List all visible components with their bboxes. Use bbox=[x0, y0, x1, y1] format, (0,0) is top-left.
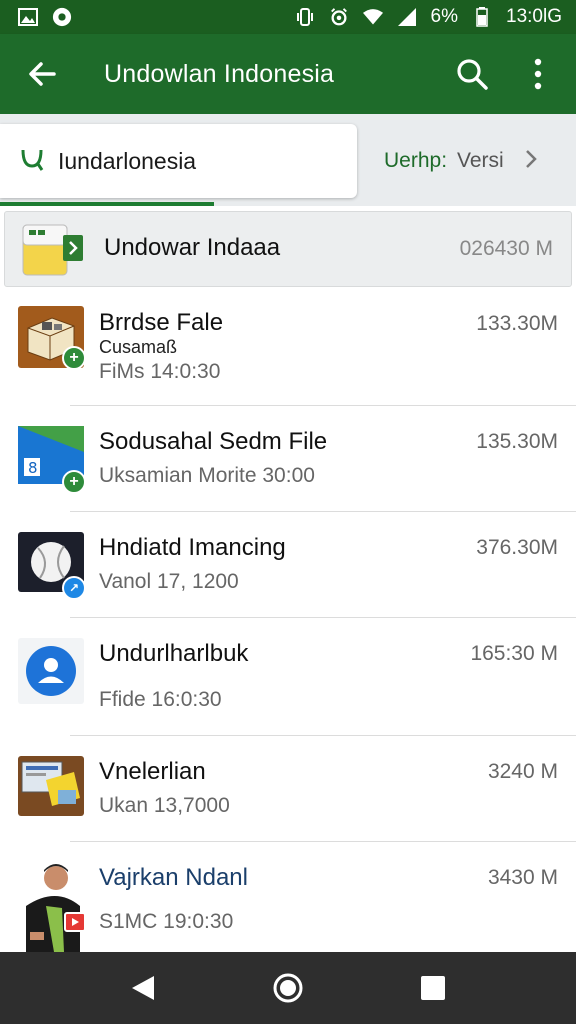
app-bar: Undowlan Indonesia bbox=[0, 34, 576, 114]
drive-file-thumbnail: 8 + bbox=[18, 426, 86, 494]
system-nav-bar bbox=[0, 952, 576, 1024]
video-thumbnail bbox=[18, 862, 86, 952]
nav-home-icon[interactable] bbox=[264, 964, 312, 1012]
folder-icon bbox=[21, 223, 85, 277]
alarm-icon bbox=[329, 7, 349, 27]
item-meta: Uksamian Morite 30:00 bbox=[99, 464, 315, 487]
item-meta: Vanol 17, 1200 bbox=[99, 570, 239, 593]
chevron-right-icon bbox=[524, 149, 538, 174]
item-meta: Ukan 13,7000 bbox=[99, 794, 230, 817]
battery-icon bbox=[472, 7, 492, 27]
item-title: Vnelerlian bbox=[99, 758, 206, 785]
clock: 13:0lG bbox=[506, 6, 562, 27]
item-title: Vajrkan Ndanl bbox=[99, 864, 248, 891]
add-icon: + bbox=[62, 470, 86, 494]
nav-back-icon[interactable] bbox=[119, 964, 167, 1012]
item-size: 3240 M bbox=[487, 760, 558, 783]
youtube-icon bbox=[64, 912, 86, 932]
item-meta: S1MC 19:0:30 bbox=[99, 910, 234, 933]
list-item[interactable]: ↗ Hndiatd Imancing Vanol 17, 1200 376.30… bbox=[0, 512, 576, 618]
item-size: 026430 M bbox=[459, 237, 553, 260]
tab-version[interactable]: Uerhp: Versi bbox=[384, 124, 538, 198]
list-item[interactable]: + Brrdse Fale Cusamaß FiMs 14:0:30 133.3… bbox=[0, 290, 576, 406]
item-subtitle: Cusamaß bbox=[99, 337, 178, 357]
list-item[interactable]: 8 + Sodusahal Sedm File Uksamian Morite … bbox=[0, 406, 576, 512]
item-title: Undowar Indaaa bbox=[104, 234, 281, 261]
tab-label: Iundarlonesia bbox=[58, 147, 197, 174]
add-icon: + bbox=[62, 346, 86, 370]
item-size: 376.30M bbox=[476, 536, 558, 559]
contact-thumbnail bbox=[18, 638, 84, 704]
download-icon bbox=[20, 146, 44, 177]
tab-indonesia[interactable]: Iundarlonesia bbox=[0, 124, 357, 198]
item-title: Sodusahal Sedm File bbox=[99, 428, 328, 455]
vibrate-icon bbox=[295, 7, 315, 27]
signal-icon bbox=[397, 7, 417, 27]
list-item[interactable]: Vajrkan Ndanl S1MC 19:0:30 3430 M bbox=[0, 842, 576, 952]
sync-icon: ↗ bbox=[62, 576, 86, 600]
svg-text:8: 8 bbox=[28, 459, 38, 477]
image-icon bbox=[18, 7, 38, 27]
box-thumbnail: + bbox=[18, 306, 86, 370]
list-item[interactable]: Vnelerlian Ukan 13,7000 3240 M bbox=[0, 736, 576, 842]
slides-thumbnail bbox=[18, 756, 84, 818]
more-vert-icon[interactable] bbox=[516, 52, 560, 96]
page-title: Undowlan Indonesia bbox=[104, 59, 335, 88]
item-title: Undurlharlbuk bbox=[99, 640, 249, 667]
list-item[interactable]: Undowar Indaaa 026430 M bbox=[4, 211, 572, 287]
item-size: 133.30M bbox=[476, 312, 558, 335]
tab-version-label-b: Versi bbox=[457, 149, 504, 172]
battery-text: 6% bbox=[430, 6, 459, 27]
wifi-icon bbox=[362, 7, 383, 27]
tab-version-label-a: Uerhp: bbox=[384, 149, 448, 172]
list-item[interactable]: Undurlharlbuk Ffide 16:0:30 165:30 M bbox=[0, 618, 576, 736]
item-title: Hndiatd Imancing bbox=[99, 534, 286, 561]
item-size: 135.30M bbox=[476, 430, 558, 453]
item-size: 165:30 M bbox=[470, 642, 558, 665]
item-meta: Ffide 16:0:30 bbox=[99, 688, 222, 711]
search-icon[interactable] bbox=[450, 52, 494, 96]
item-title: Brrdse Fale bbox=[99, 309, 224, 336]
arrow-back-icon[interactable] bbox=[20, 52, 64, 96]
nav-recents-icon[interactable] bbox=[409, 964, 457, 1012]
record-icon bbox=[52, 7, 72, 27]
ball-thumbnail: ↗ bbox=[18, 532, 86, 600]
tab-strip: Iundarlonesia Uerhp: Versi bbox=[0, 114, 576, 206]
item-size: 3430 M bbox=[487, 866, 558, 889]
status-bar: 6% 13:0lG bbox=[0, 0, 576, 34]
item-meta: FiMs 14:0:30 bbox=[99, 360, 221, 383]
tab-indicator bbox=[0, 202, 214, 206]
